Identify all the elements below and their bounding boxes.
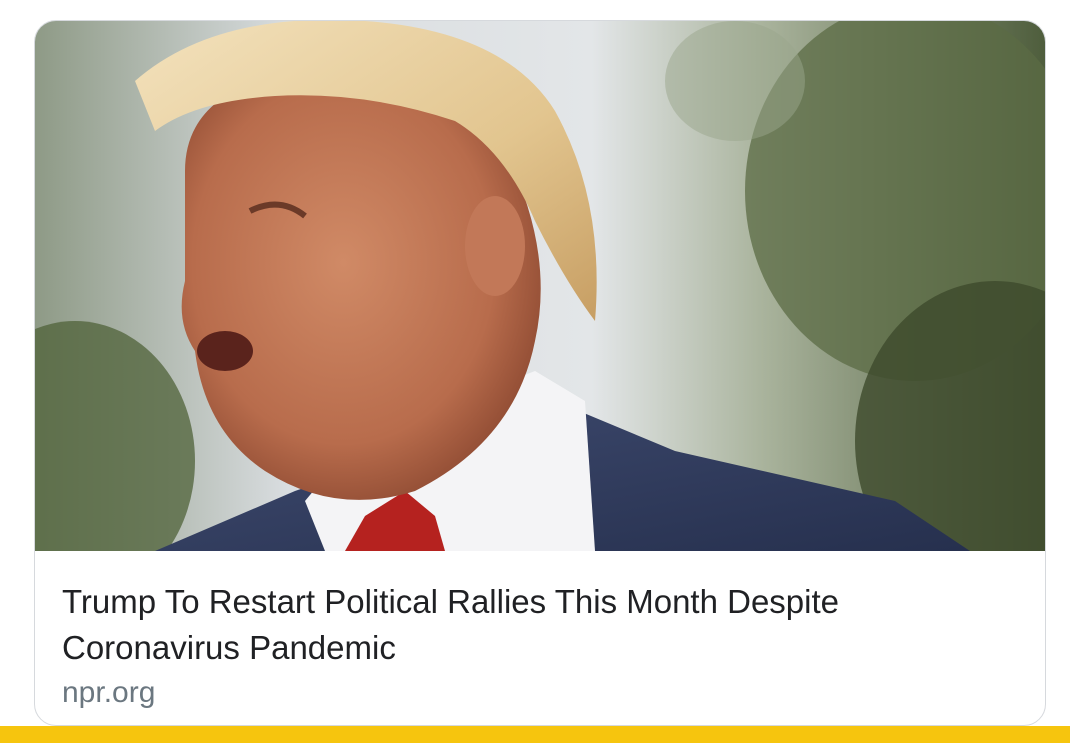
article-source-domain: npr.org	[62, 676, 156, 709]
article-headline[interactable]: Trump To Restart Political Rallies This …	[62, 579, 1002, 671]
accent-bar	[0, 726, 1070, 743]
news-photo-icon	[35, 21, 1045, 551]
article-thumbnail[interactable]	[35, 21, 1045, 551]
link-preview-card[interactable]: Trump To Restart Political Rallies This …	[34, 20, 1046, 726]
